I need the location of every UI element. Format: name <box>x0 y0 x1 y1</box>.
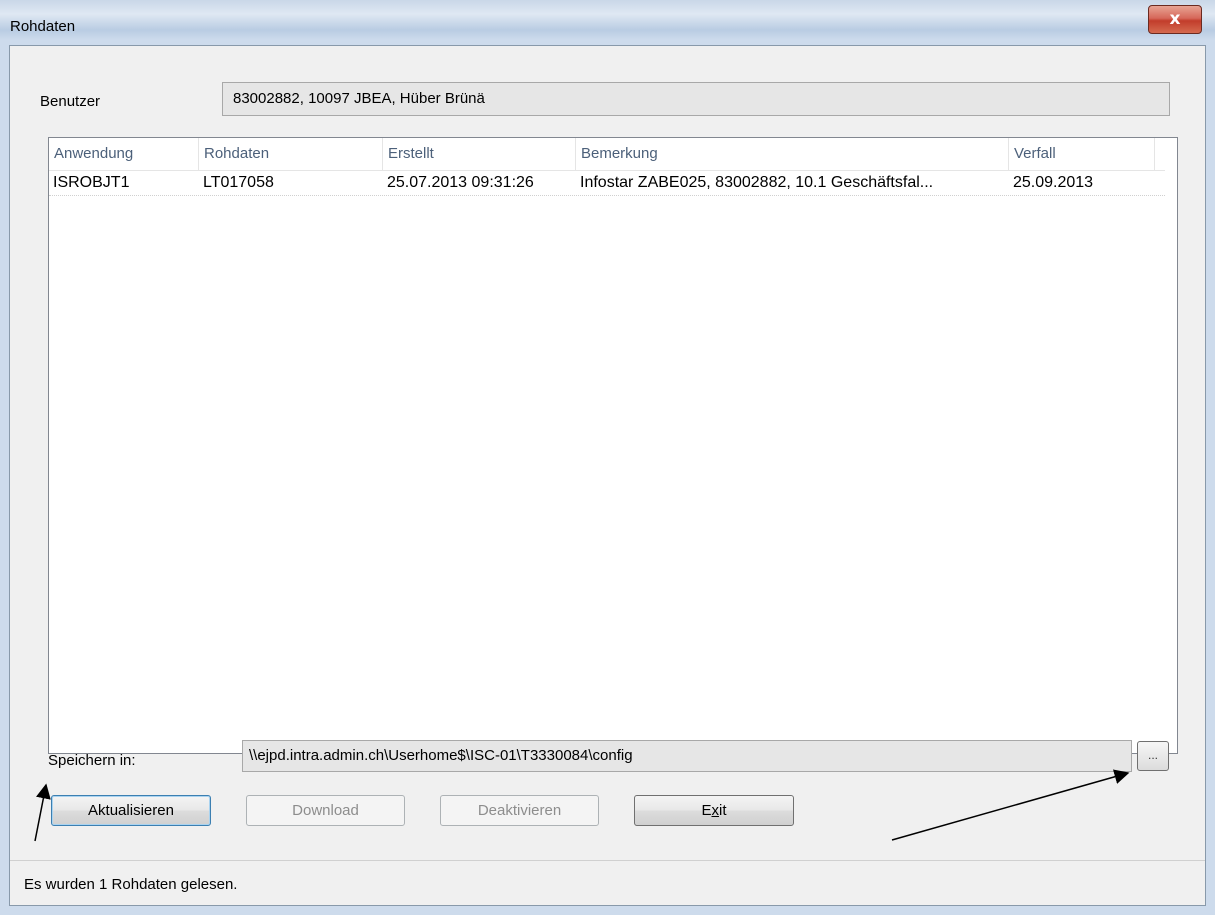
column-rohdaten[interactable]: Rohdaten <box>199 138 383 170</box>
cell-verfall: 25.09.2013 <box>1013 174 1094 191</box>
exit-label-post: it <box>719 802 727 819</box>
table-row[interactable]: ISROBJT1 LT017058 25.07.2013 09:31:26 In… <box>49 171 1165 196</box>
window-title: Rohdaten <box>10 18 76 35</box>
status-separator <box>10 860 1205 861</box>
dialog-client-area: Benutzer 83002882, 10097 JBEA, Hüber Brü… <box>9 45 1206 906</box>
benutzer-field: 83002882, 10097 JBEA, Hüber Brünä <box>222 82 1170 116</box>
speichern-label: Speichern in: <box>48 752 136 769</box>
download-button[interactable]: Download <box>246 795 405 826</box>
browse-button[interactable]: ... <box>1137 741 1169 771</box>
exit-button[interactable]: Exit <box>634 795 794 826</box>
exit-label-pre: E <box>701 802 712 819</box>
cell-rohdaten: LT017058 <box>203 174 274 191</box>
status-text: Es wurden 1 Rohdaten gelesen. <box>24 876 238 893</box>
deaktivieren-button[interactable]: Deaktivieren <box>440 795 599 826</box>
column-erstellt[interactable]: Erstellt <box>383 138 576 170</box>
cell-erstellt: 25.07.2013 09:31:26 <box>387 174 534 191</box>
column-anwendung[interactable]: Anwendung <box>49 138 199 170</box>
exit-label-mnemonic: x <box>711 802 720 819</box>
column-bemerkung[interactable]: Bemerkung <box>576 138 1009 170</box>
close-button[interactable]: x <box>1148 5 1202 34</box>
ellipsis-icon: ... <box>1147 748 1158 762</box>
aktualisieren-button[interactable]: Aktualisieren <box>51 795 211 826</box>
table-header: Anwendung Rohdaten Erstellt Bemerkung Ve… <box>49 138 1165 171</box>
benutzer-label: Benutzer <box>40 93 101 110</box>
rohdaten-table[interactable]: Anwendung Rohdaten Erstellt Bemerkung Ve… <box>48 137 1178 754</box>
cell-anwendung: ISROBJT1 <box>53 174 130 191</box>
close-icon: x <box>1169 9 1181 29</box>
column-verfall[interactable]: Verfall <box>1009 138 1155 170</box>
speichern-path-field[interactable]: \\ejpd.intra.admin.ch\Userhome$\ISC-01\T… <box>242 740 1132 772</box>
cell-bemerkung: Infostar ZABE025, 83002882, 10.1 Geschäf… <box>580 174 934 191</box>
dialog-window: Rohdaten x Benutzer 83002882, 10097 JBEA… <box>0 0 1215 915</box>
